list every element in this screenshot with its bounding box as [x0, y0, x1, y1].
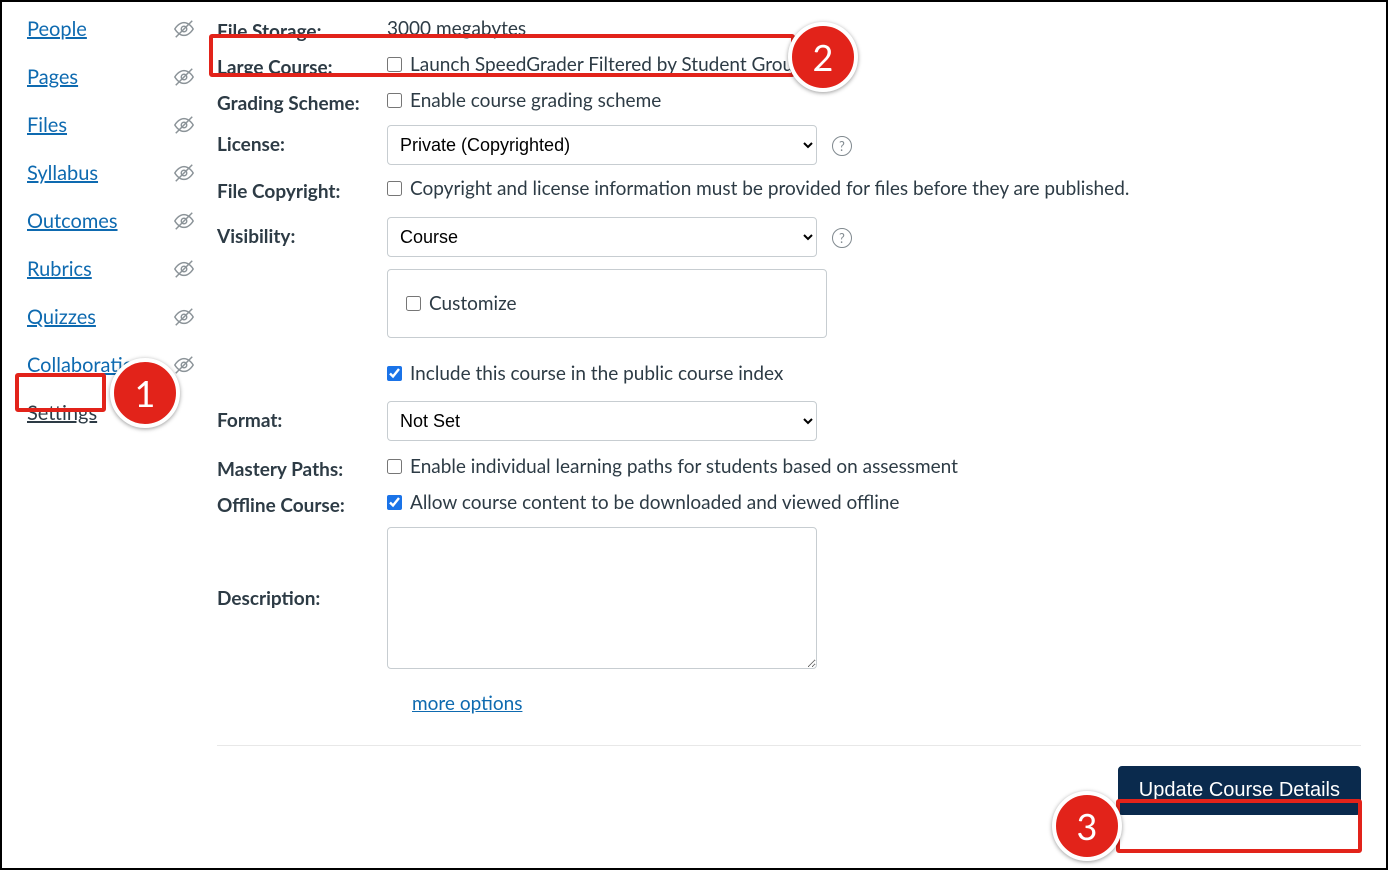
large-course-label: Large Course: — [217, 53, 387, 79]
hidden-eye-icon — [173, 18, 195, 40]
nav-link[interactable]: Quizzes — [27, 305, 96, 329]
offline-option-text: Allow course content to be downloaded an… — [410, 491, 899, 514]
nav-item-files[interactable]: Files — [27, 113, 202, 137]
file-storage-label: File Storage: — [217, 17, 387, 43]
large-course-option-text: Launch SpeedGrader Filtered by Student G… — [410, 53, 804, 76]
offline-row: Offline Course: Allow course content to … — [217, 491, 1361, 517]
nav-item-syllabus[interactable]: Syllabus — [27, 161, 202, 185]
nav-link[interactable]: People — [27, 17, 87, 41]
include-public-index-text: Include this course in the public course… — [410, 362, 783, 385]
file-storage-row: File Storage: 3000 megabytes — [217, 17, 1361, 43]
nav-link[interactable]: Pages — [27, 65, 78, 89]
help-icon[interactable]: ? — [832, 136, 852, 156]
visibility-row: Visibility: Course ? Customize Include t… — [217, 217, 1361, 385]
hidden-eye-icon — [173, 306, 195, 328]
format-row: Format: Not Set — [217, 401, 1361, 441]
mastery-checkbox[interactable] — [387, 459, 402, 474]
grading-scheme-row: Grading Scheme: Enable course grading sc… — [217, 89, 1361, 115]
nav-link[interactable]: Syllabus — [27, 161, 98, 185]
nav-item-pages[interactable]: Pages — [27, 65, 202, 89]
file-storage-value: 3000 megabytes — [387, 17, 1361, 40]
hidden-eye-icon — [173, 210, 195, 232]
file-copyright-label: File Copyright: — [217, 177, 387, 203]
file-copyright-checkbox[interactable] — [387, 181, 402, 196]
nav-item-settings[interactable]: Settings — [27, 401, 202, 425]
hidden-eye-icon — [173, 354, 195, 376]
help-icon[interactable]: ? — [832, 228, 852, 248]
nav-link[interactable]: Collaborations — [27, 353, 154, 377]
visibility-select[interactable]: Course — [387, 217, 817, 257]
nav-item-rubrics[interactable]: Rubrics — [27, 257, 202, 281]
course-settings-form: File Storage: 3000 megabytes Large Cours… — [202, 12, 1386, 815]
nav-item-collaborations[interactable]: Collaborations — [27, 353, 202, 377]
hidden-eye-icon — [173, 114, 195, 136]
nav-link-active[interactable]: Settings — [27, 401, 97, 425]
customize-label: Customize — [429, 292, 517, 315]
large-course-checkbox[interactable] — [387, 57, 402, 72]
grading-scheme-option-text: Enable course grading scheme — [410, 89, 661, 112]
offline-label: Offline Course: — [217, 491, 387, 517]
description-label: Description: — [217, 527, 387, 610]
file-copyright-option-text: Copyright and license information must b… — [410, 177, 1129, 200]
customize-checkbox[interactable] — [406, 296, 421, 311]
nav-item-quizzes[interactable]: Quizzes — [27, 305, 202, 329]
divider — [217, 745, 1361, 746]
description-textarea[interactable] — [387, 527, 817, 669]
mastery-row: Mastery Paths: Enable individual learnin… — [217, 455, 1361, 481]
hidden-eye-icon — [173, 162, 195, 184]
format-select[interactable]: Not Set — [387, 401, 817, 441]
description-row: Description: more options — [217, 527, 1361, 715]
nav-link[interactable]: Rubrics — [27, 257, 92, 281]
nav-link[interactable]: Outcomes — [27, 209, 118, 233]
course-nav: People Pages Files Syllabus Outcomes Rub… — [2, 12, 202, 815]
format-label: Format: — [217, 401, 387, 432]
license-select[interactable]: Private (Copyrighted) — [387, 125, 817, 165]
update-course-details-button[interactable]: Update Course Details — [1118, 766, 1361, 815]
license-label: License: — [217, 125, 387, 156]
large-course-row: Large Course: Launch SpeedGrader Filtere… — [217, 53, 1361, 79]
license-row: License: Private (Copyrighted) ? — [217, 125, 1361, 165]
grading-scheme-checkbox[interactable] — [387, 93, 402, 108]
mastery-option-text: Enable individual learning paths for stu… — [410, 455, 958, 478]
offline-checkbox[interactable] — [387, 495, 402, 510]
more-options-link[interactable]: more options — [412, 692, 522, 715]
include-public-index-checkbox[interactable] — [387, 366, 402, 381]
nav-item-outcomes[interactable]: Outcomes — [27, 209, 202, 233]
file-copyright-row: File Copyright: Copyright and license in… — [217, 177, 1361, 203]
customize-box: Customize — [387, 269, 827, 338]
mastery-label: Mastery Paths: — [217, 455, 387, 481]
hidden-eye-icon — [173, 66, 195, 88]
visibility-label: Visibility: — [217, 217, 387, 248]
grading-scheme-label: Grading Scheme: — [217, 89, 387, 115]
nav-link[interactable]: Files — [27, 113, 67, 137]
nav-item-people[interactable]: People — [27, 17, 202, 41]
hidden-eye-icon — [173, 258, 195, 280]
